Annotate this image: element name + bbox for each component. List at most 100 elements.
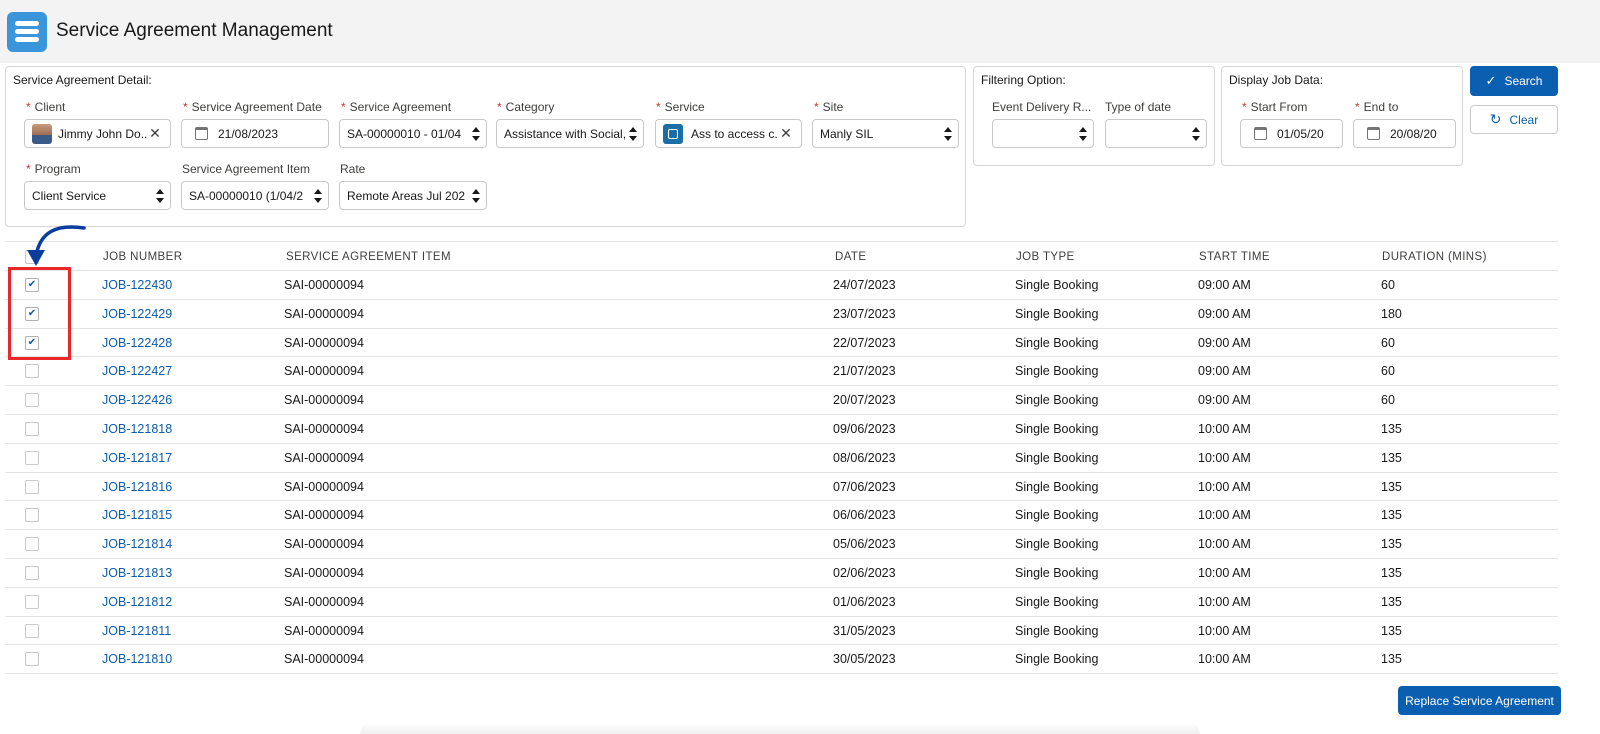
site-select[interactable]: Manly SIL <box>812 119 959 148</box>
panel-title: Filtering Option: <box>981 73 1066 87</box>
sa-item-select[interactable]: SA-00000010 (1/04/2 <box>181 181 329 210</box>
refresh-icon: ↻ <box>1489 111 1502 127</box>
job-number-link[interactable]: JOB-122429 <box>102 307 172 321</box>
calendar-icon <box>1367 127 1380 140</box>
row-checkbox[interactable] <box>25 364 39 379</box>
sa-item-cell: SAI-00000094 <box>284 566 364 580</box>
sa-item-cell: SAI-00000094 <box>284 594 364 609</box>
column-header-start-time[interactable]: START TIME <box>1199 251 1270 263</box>
start-time-cell: 09:00 AM <box>1198 393 1251 408</box>
table-row: ✔ JOB-122430 SAI-00000094 24/07/2023 Single … <box>5 271 1558 300</box>
duration-cell: 60 <box>1381 364 1395 379</box>
start-time-cell: 10:00 AM <box>1198 508 1251 523</box>
client-avatar <box>32 123 52 144</box>
date-cell: 22/07/2023 <box>833 335 896 350</box>
sa-item-label: Service Agreement Item <box>182 162 311 176</box>
sa-item-cell: SAI-00000094 <box>284 479 364 494</box>
service-agreement-label: * Service Agreement <box>341 100 452 114</box>
replace-service-agreement-button[interactable]: Replace Service Agreement <box>1398 686 1561 715</box>
job-number-link[interactable]: JOB-122427 <box>102 364 172 378</box>
job-number-link[interactable]: JOB-122428 <box>102 336 172 350</box>
column-header-job-type[interactable]: JOB TYPE <box>1016 251 1075 263</box>
end-to-input[interactable]: 20/08/20 <box>1353 119 1456 148</box>
category-label: * Category <box>497 100 555 114</box>
job-number-link[interactable]: JOB-122430 <box>102 278 172 292</box>
duration-cell: 180 <box>1381 306 1402 321</box>
select-arrows-icon <box>1192 126 1200 142</box>
row-checkbox[interactable] <box>25 623 39 638</box>
calendar-icon <box>195 127 208 140</box>
job-number-link[interactable]: JOB-121811 <box>102 624 171 638</box>
duration-cell: 135 <box>1381 537 1402 552</box>
job-number-link[interactable]: JOB-121816 <box>102 480 172 494</box>
start-time-cell: 10:00 AM <box>1198 652 1251 667</box>
job-number-link[interactable]: JOB-121815 <box>102 508 172 522</box>
date-cell: 05/06/2023 <box>833 537 896 552</box>
start-time-cell: 10:00 AM <box>1198 422 1251 436</box>
search-button[interactable]: ✓ Search <box>1470 66 1558 96</box>
date-cell: 08/06/2023 <box>833 450 896 465</box>
rate-select[interactable]: Remote Areas Jul 202 <box>339 181 487 210</box>
row-checkbox[interactable] <box>25 537 39 552</box>
sa-date-input[interactable]: 21/08/2023 <box>181 119 329 148</box>
sa-item-cell: SAI-00000094 <box>284 422 364 436</box>
close-icon[interactable]: ✕ <box>779 126 793 140</box>
date-cell: 01/06/2023 <box>833 594 896 609</box>
job-type-cell: Single Booking <box>1015 450 1099 465</box>
close-icon[interactable]: ✕ <box>148 126 162 140</box>
client-lookup-pill[interactable]: Jimmy John Do... ✕ <box>24 119 171 148</box>
column-header-sa-item[interactable]: SERVICE AGREEMENT ITEM <box>286 251 451 263</box>
date-cell: 21/07/2023 <box>833 364 896 379</box>
start-time-cell: 10:00 AM <box>1198 479 1251 494</box>
job-number-link[interactable]: JOB-121812 <box>102 595 172 609</box>
sa-item-cell: SAI-00000094 <box>284 508 364 523</box>
site-label: * Site <box>814 100 844 114</box>
start-time-cell: 10:00 AM <box>1198 537 1251 552</box>
service-agreement-select[interactable]: SA-00000010 - 01/04 <box>339 119 487 148</box>
job-number-link[interactable]: JOB-121813 <box>102 566 172 580</box>
table-row: JOB-121810 SAI-00000094 30/05/2023 Single B… <box>5 645 1558 675</box>
program-select[interactable]: Client Service <box>24 181 171 210</box>
table-row: JOB-121813 SAI-00000094 02/06/2023 Single B… <box>5 559 1558 588</box>
service-lookup-pill[interactable]: Ass to access c... ✕ <box>655 119 802 148</box>
row-checkbox[interactable] <box>25 594 39 609</box>
select-arrows-icon <box>1079 126 1087 142</box>
table-row: JOB-121817 SAI-00000094 08/06/2023 Single B… <box>5 444 1558 473</box>
job-number-link[interactable]: JOB-121810 <box>102 652 172 666</box>
service-label: * Service <box>656 100 705 114</box>
start-time-cell: 09:00 AM <box>1198 364 1251 379</box>
table-row: JOB-121815 SAI-00000094 06/06/2023 Single B… <box>5 501 1558 531</box>
panel-title: Service Agreement Detail: <box>13 73 152 87</box>
table-row: JOB-122427 SAI-00000094 21/07/2023 Single B… <box>5 357 1558 387</box>
row-checkbox[interactable] <box>25 393 39 408</box>
job-number-link[interactable]: JOB-121817 <box>102 451 172 465</box>
table-header: JOB NUMBER SERVICE AGREEMENT ITEM DATE J… <box>5 241 1558 271</box>
sa-item-cell: SAI-00000094 <box>284 537 364 552</box>
page-title: Service Agreement Management <box>56 20 333 41</box>
type-of-date-select[interactable] <box>1105 119 1207 148</box>
job-number-link[interactable]: JOB-121814 <box>102 537 172 551</box>
row-checkbox[interactable] <box>25 422 39 436</box>
clear-button[interactable]: ↻ Clear <box>1470 105 1558 134</box>
row-checkbox[interactable] <box>25 479 39 494</box>
program-label: * Program <box>26 162 81 176</box>
duration-cell: 60 <box>1381 393 1395 408</box>
column-header-duration[interactable]: DURATION (MINS) <box>1382 251 1487 263</box>
job-number-link[interactable]: JOB-121818 <box>102 422 172 436</box>
start-from-input[interactable]: 01/05/20 <box>1240 119 1343 148</box>
sa-item-cell: SAI-00000094 <box>284 364 364 379</box>
job-number-link[interactable]: JOB-122426 <box>102 393 172 407</box>
duration-cell: 60 <box>1381 335 1395 350</box>
job-type-cell: Single Booking <box>1015 566 1099 580</box>
row-checkbox[interactable] <box>25 652 39 667</box>
select-arrows-icon <box>472 126 480 142</box>
event-delivery-select[interactable] <box>992 119 1094 148</box>
date-cell: 07/06/2023 <box>833 479 896 494</box>
row-checkbox[interactable] <box>25 566 39 580</box>
category-select[interactable]: Assistance with Social, <box>496 119 644 148</box>
filtering-option-panel: Filtering Option: Event Delivery R... Ty… <box>973 66 1215 166</box>
row-checkbox[interactable] <box>25 450 39 465</box>
column-header-job-number[interactable]: JOB NUMBER <box>103 251 182 263</box>
row-checkbox[interactable] <box>25 508 39 523</box>
column-header-date[interactable]: DATE <box>835 251 866 263</box>
